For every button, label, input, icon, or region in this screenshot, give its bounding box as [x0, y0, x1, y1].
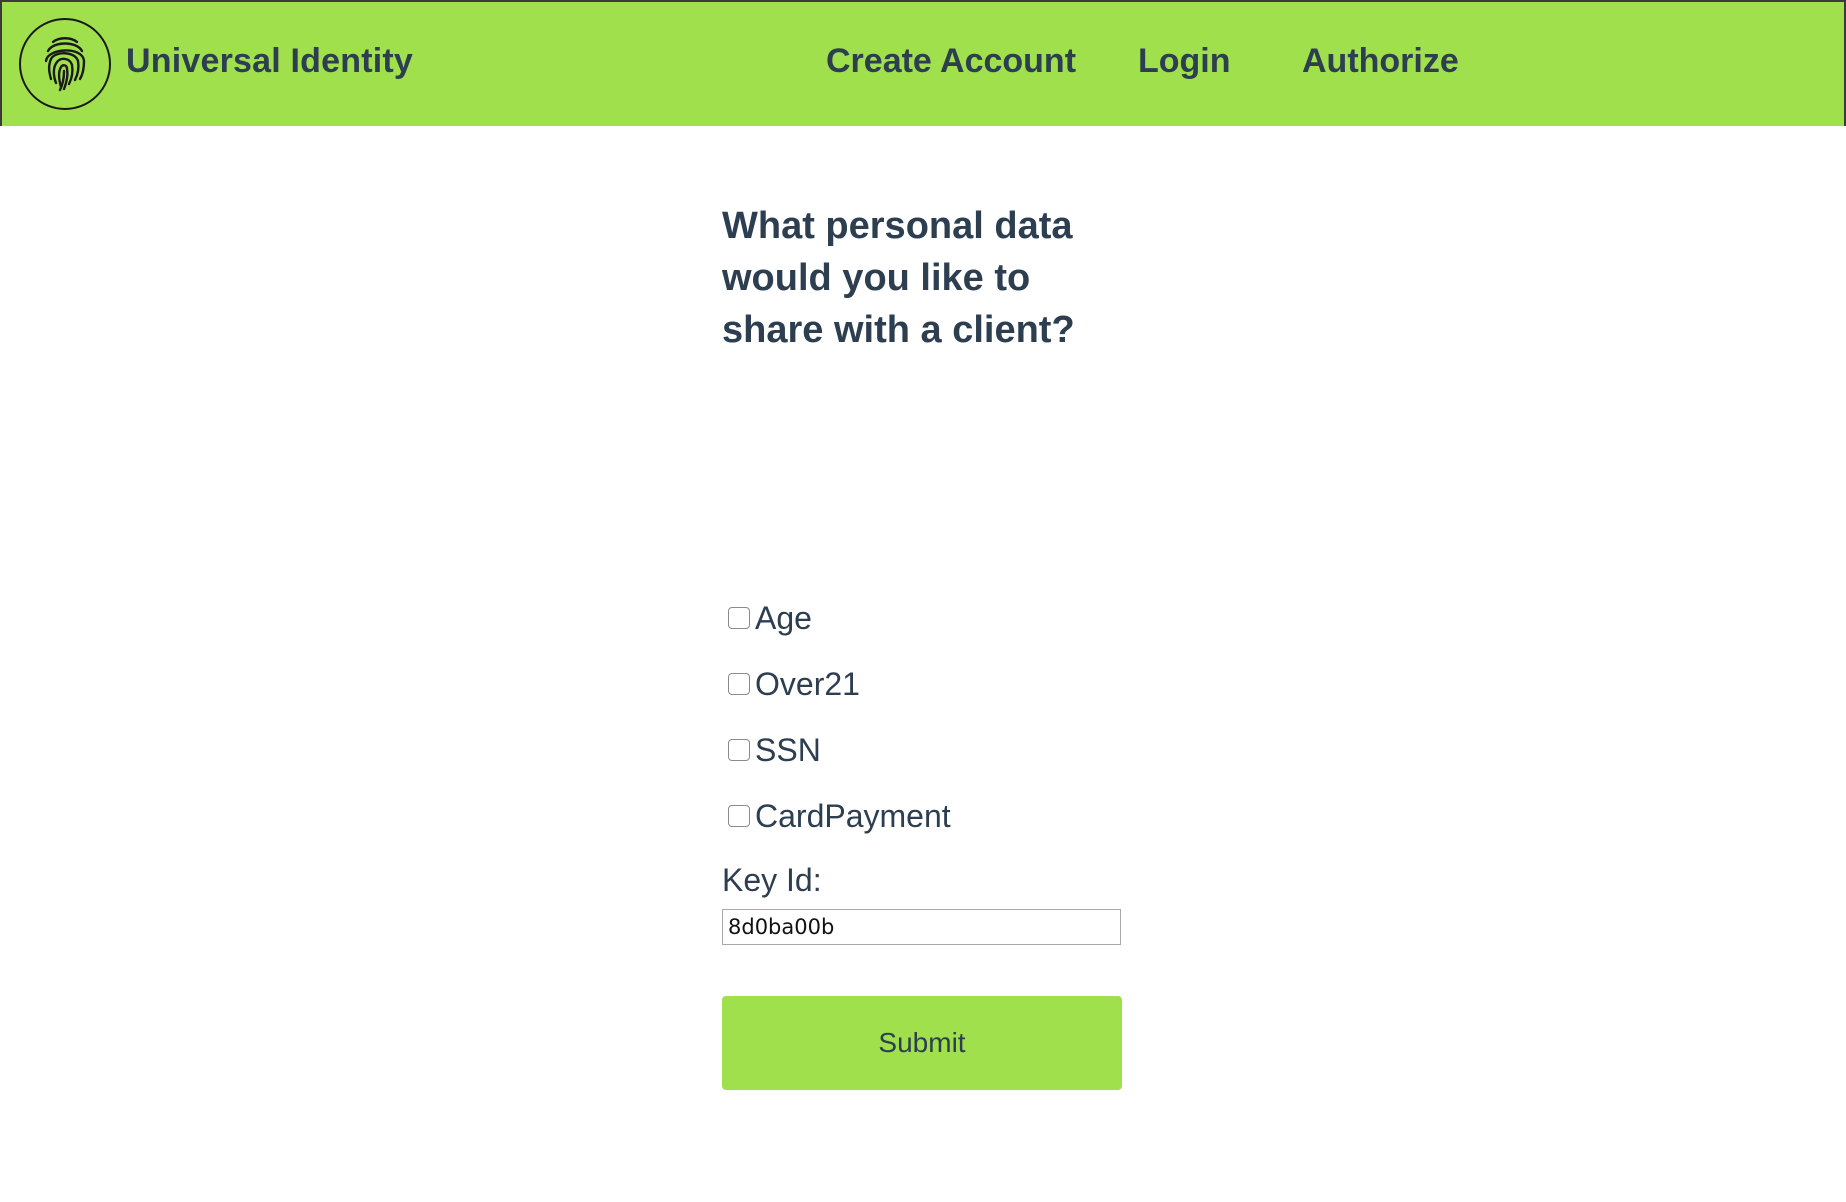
key-id-label: Key Id:	[722, 862, 822, 898]
share-data-form: What personal data would you like to sha…	[722, 200, 1122, 1090]
option-over21[interactable]: Over21	[722, 664, 860, 704]
age-label: Age	[755, 599, 812, 636]
brand-title[interactable]: Universal Identity	[126, 42, 413, 81]
over21-checkbox[interactable]	[728, 673, 750, 695]
top-navbar: Universal Identity Create Account Login …	[0, 0, 1846, 126]
page: Universal Identity Create Account Login …	[0, 0, 1846, 1202]
submit-button[interactable]: Submit	[722, 996, 1122, 1090]
nav-authorize[interactable]: Authorize	[1302, 42, 1459, 81]
key-id-input[interactable]	[722, 909, 1121, 945]
nav-create-account[interactable]: Create Account	[826, 42, 1076, 81]
option-age[interactable]: Age	[722, 598, 812, 638]
over21-label: Over21	[755, 665, 860, 702]
cardpayment-label: CardPayment	[755, 797, 951, 834]
age-checkbox[interactable]	[728, 607, 750, 629]
fingerprint-icon[interactable]	[19, 18, 111, 110]
option-ssn[interactable]: SSN	[722, 730, 821, 770]
ssn-checkbox[interactable]	[728, 739, 750, 761]
form-heading: What personal data would you like to sha…	[722, 205, 1075, 351]
cardpayment-checkbox[interactable]	[728, 805, 750, 827]
nav-login[interactable]: Login	[1138, 42, 1231, 81]
option-cardpayment[interactable]: CardPayment	[722, 796, 951, 836]
ssn-label: SSN	[755, 731, 821, 768]
